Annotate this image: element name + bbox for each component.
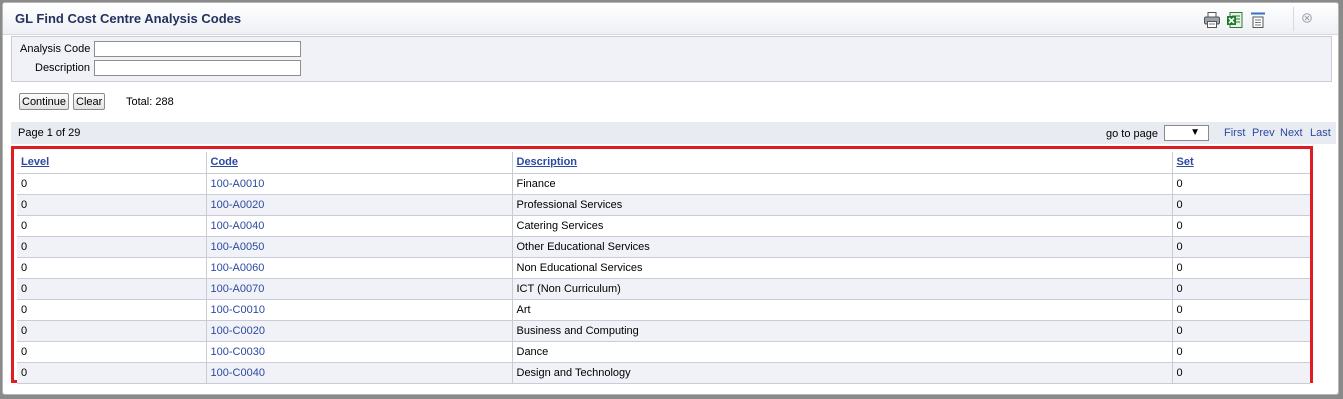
sort-code-link[interactable]: Code — [211, 156, 239, 168]
goto-page-label: go to page — [1106, 128, 1158, 140]
continue-button[interactable]: Continue — [19, 93, 70, 110]
description-label: Description — [35, 62, 91, 74]
description-cell: ICT (Non Curriculum) — [511, 278, 1172, 300]
description-cell: Finance — [511, 173, 1172, 195]
code-link[interactable]: 100-C0010 — [211, 304, 265, 316]
level-cell: 0 — [17, 278, 206, 300]
set-cell: 0 — [1171, 257, 1310, 279]
level-cell: 0 — [17, 257, 206, 279]
table-row[interactable]: 0 100-C0040 Design and Technology 0 — [17, 362, 1310, 384]
table-row[interactable]: 0 100-A0060 Non Educational Services 0 — [17, 257, 1310, 279]
code-cell[interactable]: 100-C0040 — [205, 362, 512, 384]
table-row[interactable]: 0 100-A0010 Finance 0 — [17, 173, 1310, 195]
level-cell: 0 — [17, 299, 206, 321]
close-icon — [1302, 13, 1312, 23]
level-cell: 0 — [17, 173, 206, 195]
sort-set-link[interactable]: Set — [1177, 156, 1194, 168]
set-cell: 0 — [1171, 362, 1310, 384]
set-cell: 0 — [1171, 194, 1310, 216]
code-cell[interactable]: 100-A0010 — [205, 173, 512, 195]
code-link[interactable]: 100-C0030 — [211, 346, 265, 358]
chevron-down-icon: ▼ — [1190, 127, 1200, 138]
pager-bar: Page 1 of 29 go to page ▼ First Prev Nex… — [11, 122, 1336, 144]
analysis-code-label: Analysis Code — [20, 43, 91, 55]
code-cell[interactable]: 100-C0030 — [205, 341, 512, 363]
column-header[interactable]: Description — [511, 152, 1172, 174]
print-icon[interactable] — [1203, 11, 1221, 29]
close-button[interactable] — [1293, 7, 1319, 31]
code-link[interactable]: 100-C0020 — [211, 325, 265, 337]
description-cell: Professional Services — [511, 194, 1172, 216]
column-header[interactable]: Code — [205, 152, 512, 174]
description-cell: Business and Computing — [511, 320, 1172, 342]
code-link[interactable]: 100-A0050 — [211, 241, 265, 253]
table-row[interactable]: 0 100-A0070 ICT (Non Curriculum) 0 — [17, 278, 1310, 300]
set-cell: 0 — [1171, 320, 1310, 342]
code-cell[interactable]: 100-A0060 — [205, 257, 512, 279]
level-cell: 0 — [17, 320, 206, 342]
set-cell: 0 — [1171, 173, 1310, 195]
description-cell: Other Educational Services — [511, 236, 1172, 258]
set-cell: 0 — [1171, 278, 1310, 300]
code-cell[interactable]: 100-A0070 — [205, 278, 512, 300]
goto-page-select[interactable]: ▼ — [1164, 125, 1209, 141]
set-cell: 0 — [1171, 215, 1310, 237]
results-highlight: Level Code Description Set 0 100-A0010 Fin… — [11, 146, 1313, 384]
description-cell: Art — [511, 299, 1172, 321]
table-row[interactable]: 0 100-C0010 Art 0 — [17, 299, 1310, 321]
table-row[interactable]: 0 100-C0020 Business and Computing 0 — [17, 320, 1310, 342]
code-link[interactable]: 100-A0060 — [211, 262, 265, 274]
dialog-title: GL Find Cost Centre Analysis Codes — [15, 11, 242, 26]
last-page-link[interactable]: Last — [1310, 127, 1331, 139]
set-cell: 0 — [1171, 299, 1310, 321]
sort-description-link[interactable]: Description — [517, 156, 578, 168]
code-link[interactable]: 100-C0040 — [211, 367, 265, 379]
first-page-link[interactable]: First — [1224, 127, 1245, 139]
column-header[interactable]: Level — [17, 152, 206, 174]
table-row[interactable]: 0 100-C0030 Dance 0 — [17, 341, 1310, 363]
level-cell: 0 — [17, 341, 206, 363]
clear-button[interactable]: Clear — [73, 93, 106, 110]
sort-level-link[interactable]: Level — [21, 156, 49, 168]
prev-page-link[interactable]: Prev — [1252, 127, 1275, 139]
column-header[interactable]: Set — [1171, 152, 1310, 174]
code-link[interactable]: 100-A0070 — [211, 283, 265, 295]
analysis-code-input[interactable] — [94, 41, 301, 57]
set-cell: 0 — [1171, 341, 1310, 363]
excel-icon[interactable] — [1226, 11, 1244, 29]
code-link[interactable]: 100-A0010 — [211, 178, 265, 190]
table-row[interactable]: 0 100-A0040 Catering Services 0 — [17, 215, 1310, 237]
description-cell: Dance — [511, 341, 1172, 363]
table-row[interactable]: 0 100-A0020 Professional Services 0 — [17, 194, 1310, 216]
level-cell: 0 — [17, 215, 206, 237]
page-info: Page 1 of 29 — [18, 127, 81, 139]
dialog-window: GL Find Cost Centre Analysis Codes Analy… — [2, 2, 1339, 395]
level-cell: 0 — [17, 236, 206, 258]
description-cell: Catering Services — [511, 215, 1172, 237]
table-header-row: Level Code Description Set — [17, 152, 1310, 174]
level-cell: 0 — [17, 362, 206, 384]
description-cell: Design and Technology — [511, 362, 1172, 384]
export-icon[interactable] — [1249, 11, 1267, 29]
description-cell: Non Educational Services — [511, 257, 1172, 279]
level-cell: 0 — [17, 194, 206, 216]
code-link[interactable]: 100-A0040 — [211, 220, 265, 232]
next-page-link[interactable]: Next — [1280, 127, 1303, 139]
title-bar: GL Find Cost Centre Analysis Codes — [3, 3, 1338, 35]
code-cell[interactable]: 100-A0050 — [205, 236, 512, 258]
code-cell[interactable]: 100-A0040 — [205, 215, 512, 237]
total-count: Total: 288 — [126, 96, 174, 108]
code-link[interactable]: 100-A0020 — [211, 199, 265, 211]
code-cell[interactable]: 100-C0010 — [205, 299, 512, 321]
description-input[interactable] — [94, 60, 301, 76]
set-cell: 0 — [1171, 236, 1310, 258]
code-cell[interactable]: 100-C0020 — [205, 320, 512, 342]
filter-panel: Analysis Code Description — [11, 36, 1332, 82]
code-cell[interactable]: 100-A0020 — [205, 194, 512, 216]
results-table: Level Code Description Set 0 100-A0010 Fin… — [17, 152, 1310, 384]
table-row[interactable]: 0 100-A0050 Other Educational Services 0 — [17, 236, 1310, 258]
